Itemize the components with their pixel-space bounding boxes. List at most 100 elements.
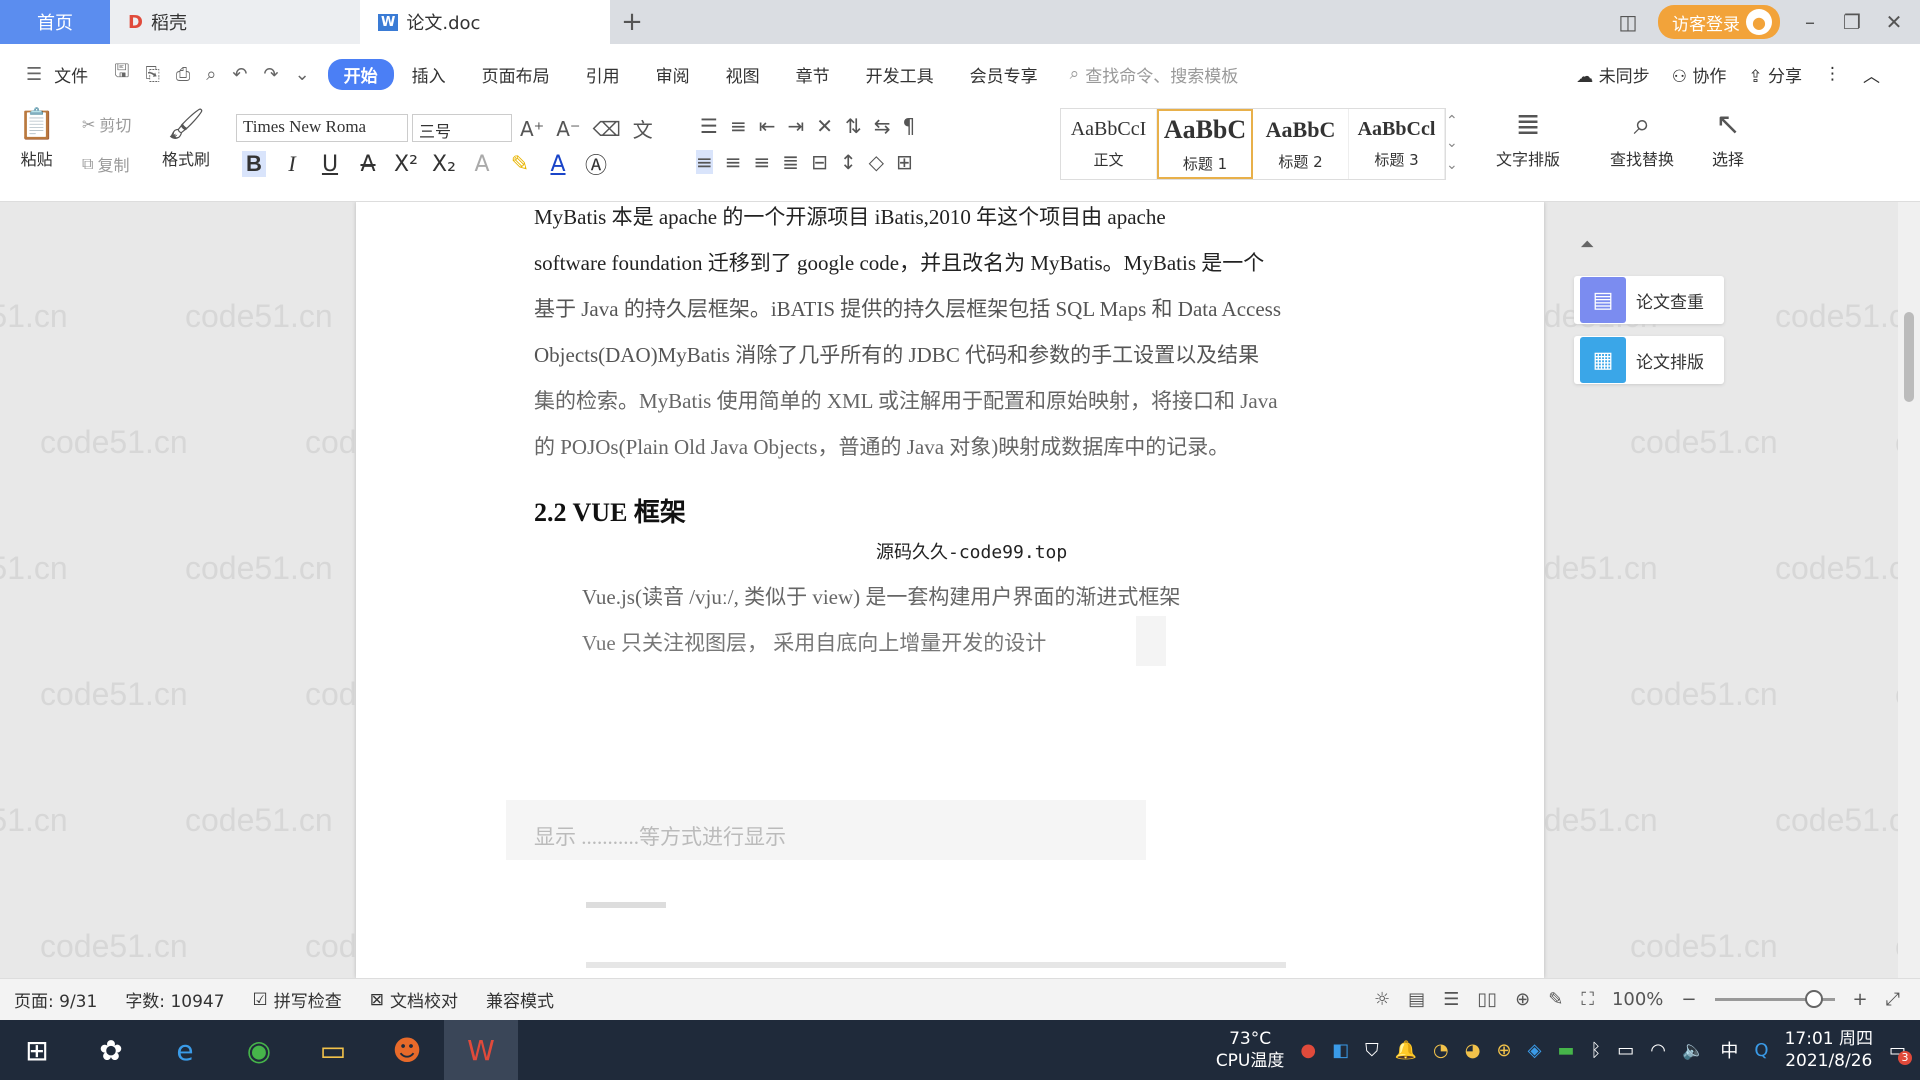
collapse-panel-icon[interactable]: ⏶ [1580,234,1594,255]
qq-icon[interactable]: ◔ [1433,1040,1449,1061]
eye-protect-icon[interactable]: ☼ [1374,989,1390,1010]
notification-icon[interactable]: ▭ 3 [1889,1040,1912,1065]
menu-dev-tools[interactable]: 开发工具 [848,62,952,87]
strikethrough-icon[interactable]: A [356,152,380,177]
char-border-icon[interactable]: Ⓐ [584,148,608,180]
ime-indicator[interactable]: 中 [1720,1037,1738,1063]
vertical-scrollbar[interactable] [1898,202,1920,978]
style-heading-3[interactable]: AaBbCcl 标题 3 [1349,109,1445,179]
zoom-slider[interactable] [1714,990,1835,1008]
proofread-button[interactable]: ⊠ 文档校对 [356,987,472,1013]
tray-app-icon[interactable]: ● [1300,1040,1316,1061]
guest-login-button[interactable]: 访客登录 ● [1658,5,1780,39]
new-tab-button[interactable]: + [610,0,654,44]
plus-circle-icon[interactable]: ⊕ [1496,1040,1511,1061]
font-color-icon[interactable]: A [546,152,570,177]
menu-review[interactable]: 审阅 [638,62,708,87]
paragraph-line[interactable]: 基于 Java 的持久层框架。iBATIS 提供的持久层框架包括 SQL Map… [534,286,1364,332]
numbered-list-icon[interactable]: ≡ [730,114,747,138]
style-normal[interactable]: AaBbCcI 正文 [1061,109,1157,179]
fullscreen-icon[interactable]: ⤢ [1886,989,1900,1010]
print-icon[interactable]: ⎙ [168,64,198,85]
redo-icon[interactable]: ↷ [255,64,286,85]
menu-home[interactable]: 开始 [327,58,394,90]
paragraph-line[interactable]: 的 POJOs(Plain Old Java Objects，普通的 Java … [534,424,1364,470]
export-icon[interactable]: ⎘ [137,64,167,85]
justify-icon[interactable]: ≣ [782,150,799,174]
shading-icon[interactable]: ◇ [869,150,884,174]
zoom-in-icon[interactable]: + [1853,989,1868,1010]
text-effect-icon[interactable]: A [470,152,494,177]
battery-icon[interactable]: ▭ [1617,1040,1634,1061]
app-mascot-icon[interactable]: ☻ [370,1020,444,1080]
subscript-icon[interactable]: X₂ [432,152,456,177]
format-painter-button[interactable]: 🖌 格式刷 [162,108,210,170]
close-icon[interactable]: ✕ [1882,10,1906,34]
select-button[interactable]: ↖ 选择 [1712,108,1744,170]
bold-icon[interactable]: B [242,151,266,177]
sort-icon[interactable]: ⇅ [845,114,862,138]
tab-current-document[interactable]: W 论文.doc [360,0,610,44]
volume-icon[interactable]: 🔈 [1682,1040,1704,1061]
bullet-list-icon[interactable]: ☰ [700,114,718,138]
wifi-icon[interactable]: ◠ [1650,1040,1666,1061]
copy-button[interactable]: ⧉ 复制 [82,152,129,176]
qq-icon[interactable]: ◕ [1465,1040,1481,1061]
align-left-icon[interactable]: ≡ [696,150,713,174]
menu-file[interactable]: 文件 [50,62,106,87]
restore-icon[interactable]: ❐ [1840,10,1864,34]
print-preview-icon[interactable]: ⌕ [198,64,224,85]
chevron-down-icon[interactable]: ⌄ [287,64,318,85]
zoom-slider-knob[interactable] [1804,990,1823,1008]
page-view-icon[interactable]: ▤ [1408,989,1425,1010]
phonetic-icon[interactable]: 文 [633,114,653,143]
spell-check-button[interactable]: ☑ 拼写检查 [239,987,356,1013]
collab-button[interactable]: ⚇ 协作 [1672,62,1727,87]
paragraph-line[interactable]: software foundation 迁移到了 google code，并且改… [534,240,1364,286]
bluetooth-icon[interactable]: ᛒ [1590,1040,1601,1061]
decrease-indent-icon[interactable]: ⇤ [759,114,776,138]
shield-icon[interactable]: ⛉ [1365,1040,1379,1061]
bell-icon[interactable]: 🔔 [1395,1040,1417,1061]
shrink-font-icon[interactable]: A⁻ [556,117,580,141]
text-direction-icon[interactable]: ⇆ [874,114,891,138]
menu-view[interactable]: 视图 [708,62,778,87]
style-heading-1[interactable]: AaBbC 标题 1 [1157,109,1253,179]
command-search[interactable]: ⌕ 查找命令、搜索模板 [1070,62,1239,87]
font-size-select[interactable]: 三号 [412,114,512,142]
align-center-icon[interactable]: ≡ [725,150,742,174]
read-view-icon[interactable]: ▯▯ [1477,989,1497,1010]
scrollbar-thumb[interactable] [1904,312,1914,402]
outline-view-icon[interactable]: ☰ [1443,989,1459,1010]
increase-indent-icon[interactable]: ⇥ [787,114,804,138]
hamburger-icon[interactable]: ☰ [18,64,50,85]
grow-font-icon[interactable]: A⁺ [520,117,544,141]
superscript-icon[interactable]: X² [394,152,418,177]
style-heading-2[interactable]: AaBbC 标题 2 [1253,109,1349,179]
layout-switch-icon[interactable]: ◫ [1616,10,1640,34]
system-clock[interactable]: 17:01 周四 2021/8/26 [1785,1028,1873,1072]
menu-chapter[interactable]: 章节 [778,62,848,87]
web-view-icon[interactable]: ⊕ [1515,989,1530,1010]
italic-icon[interactable]: I [280,151,304,177]
paragraph-line[interactable]: 显示 ...........等方式进行显示 [534,814,1364,860]
chinese-layout-icon[interactable]: ✕ [816,114,833,138]
paper-layout-button[interactable]: ▦ 论文排版 [1574,336,1724,384]
tab-home[interactable]: 首页 [0,0,110,44]
menu-references[interactable]: 引用 [568,62,638,87]
paragraph-line[interactable]: 集的检索。MyBatis 使用简单的 XML 或注解用于配置和原始映射，将接口和… [534,378,1364,424]
document-page[interactable]: MyBatis 本是 apache 的一个开源项目 iBatis,2010 年这… [356,202,1544,978]
collapse-ribbon-icon[interactable]: ︿ [1863,62,1880,87]
page-counter[interactable]: 页面: 9/31 [0,987,111,1012]
paper-check-button[interactable]: ▤ 论文查重 [1574,276,1724,324]
highlight-icon[interactable]: ✎ [508,152,532,177]
tray-app-icon[interactable]: ◈ [1528,1040,1542,1061]
line-spacing-icon[interactable]: ↕ [840,150,857,174]
find-replace-button[interactable]: ⌕ 查找替换 [1610,108,1674,170]
fan-app-icon[interactable]: ✿ [74,1020,148,1080]
borders-icon[interactable]: ⊞ [896,150,913,174]
zoom-out-icon[interactable]: − [1681,989,1696,1010]
fit-page-icon[interactable]: ⛶ [1581,989,1594,1010]
align-right-icon[interactable]: ≡ [754,150,771,174]
cut-button[interactable]: ✂ 剪切 [82,112,131,136]
